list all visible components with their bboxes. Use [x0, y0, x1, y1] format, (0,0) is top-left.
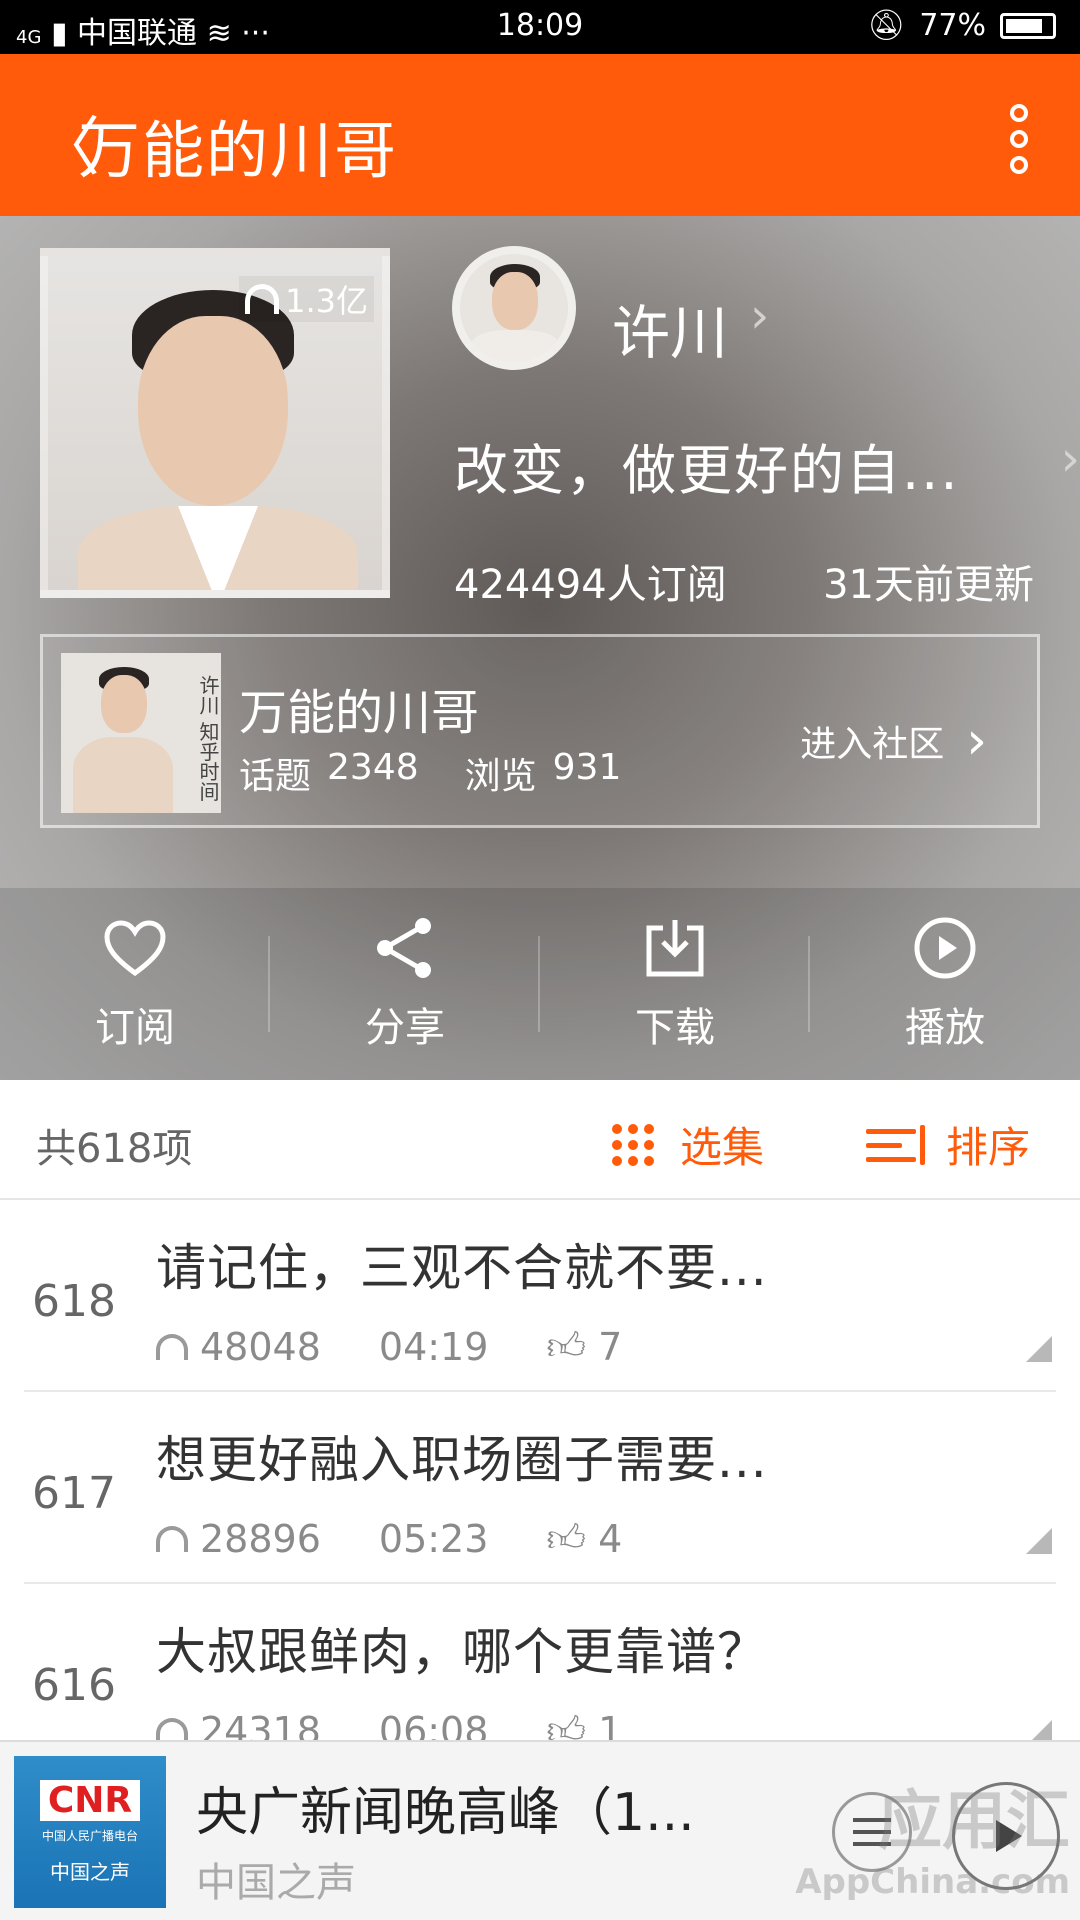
episode-duration: 06:08	[378, 1709, 489, 1740]
episode-number: 618	[32, 1276, 116, 1327]
now-playing-title: 央广新闻晚高峰（1...	[196, 1783, 695, 1843]
episode-title: 想更好融入职场圈子需要...	[156, 1431, 768, 1489]
status-bar: 4G ▮ 中国联通 ≋ ··· 18:09 🔕︎ 77%	[0, 0, 1080, 54]
sort-label: 排序	[946, 1123, 1031, 1172]
chevron-right-icon: ›	[750, 288, 770, 344]
headphone-icon	[156, 1334, 188, 1360]
share-label: 分享	[365, 1005, 445, 1051]
episode-plays: 48048	[200, 1325, 321, 1369]
author-avatar[interactable]	[452, 246, 576, 370]
watermark-cn: 应用汇	[878, 1785, 1070, 1859]
list-item[interactable]: 617 想更好融入职场圈子需要... 28896 05:23 👍︎ 4	[0, 1392, 1080, 1584]
sort-button[interactable]: 排序	[866, 1114, 1030, 1175]
episode-likes: 4	[598, 1517, 623, 1561]
episode-number: 616	[32, 1660, 116, 1711]
subscriber-count: 424494人订阅	[454, 562, 727, 608]
community-name: 万能的川哥	[239, 685, 480, 741]
corner-indicator-icon	[1026, 1336, 1052, 1362]
episode-list: 618 请记住，三观不合就不要... 48048 04:19 👍︎ 7 617 …	[0, 1200, 1080, 1740]
now-playing-subtitle: 中国之声	[196, 1860, 356, 1906]
episode-list-header: 共618项 选集 排序	[0, 1080, 1080, 1200]
album-cover[interactable]: 1.3亿	[40, 248, 390, 598]
headphone-icon	[245, 284, 280, 314]
community-stats: 话题 2348 浏览 931	[239, 747, 621, 799]
subscribe-button[interactable]: 订阅	[0, 888, 270, 1080]
episode-plays: 24318	[200, 1709, 321, 1740]
topics-label: 话题	[239, 756, 312, 797]
episode-title: 请记住，三观不合就不要...	[156, 1239, 768, 1297]
community-cover: 许川 知乎时间	[61, 653, 221, 813]
topics-count: 2348	[327, 747, 419, 788]
episode-likes: 1	[598, 1709, 623, 1740]
episode-duration: 05:23	[378, 1517, 489, 1561]
album-hero: 1.3亿 许川 › 改变，做更好的自... › 424494人订阅 31天前更新…	[0, 216, 1080, 1080]
corner-indicator-icon	[1026, 1720, 1052, 1740]
action-bar: 订阅 分享 下载 播放	[0, 888, 1080, 1080]
chevron-right-icon: ›	[1060, 431, 1080, 487]
album-description[interactable]: 改变，做更好的自...	[454, 426, 960, 505]
views-label: 浏览	[464, 756, 537, 797]
episode-meta: 24318 06:08 👍︎ 1	[156, 1708, 622, 1740]
share-icon	[372, 915, 438, 981]
watermark: 应用汇 AppChina.com	[770, 1770, 1070, 1902]
thumbs-up-icon: 👍︎	[546, 1516, 587, 1560]
episode-meta: 48048 04:19 👍︎ 7	[156, 1324, 622, 1370]
page-title: 万能的川哥	[78, 114, 399, 187]
list-item[interactable]: 616 大叔跟鲜肉，哪个更靠谱？ 24318 06:08 👍︎ 1	[0, 1584, 1080, 1740]
episode-title: 大叔跟鲜肉，哪个更靠谱？	[156, 1623, 768, 1681]
station-logo-text: CNR	[39, 1780, 141, 1821]
corner-indicator-icon	[1026, 1528, 1052, 1554]
episode-total: 共618项	[36, 1126, 193, 1172]
battery-icon	[1000, 12, 1056, 39]
subscribe-label: 订阅	[95, 1005, 175, 1051]
community-card[interactable]: 许川 知乎时间 万能的川哥 话题 2348 浏览 931 进入社区 ›	[40, 634, 1040, 828]
watermark-en: AppChina.com	[795, 1862, 1070, 1902]
share-button[interactable]: 分享	[270, 888, 540, 1080]
grid-icon	[612, 1123, 654, 1166]
select-label: 选集	[680, 1123, 765, 1172]
battery-area: 🔕︎ 77%	[867, 8, 1056, 43]
headphone-icon	[156, 1718, 188, 1740]
play-count-value: 1.3亿	[285, 282, 368, 320]
episode-duration: 04:19	[378, 1325, 489, 1369]
select-episodes-button[interactable]: 选集	[612, 1114, 764, 1175]
play-circle-icon	[912, 915, 978, 981]
play-button[interactable]: 播放	[810, 888, 1080, 1080]
heart-icon	[102, 915, 168, 981]
station-logo: CNR 中国人民广播电台 中国之声	[14, 1756, 166, 1908]
episode-plays: 28896	[200, 1517, 321, 1561]
app-header: 〈 万能的川哥	[0, 54, 1080, 216]
episode-number: 617	[32, 1468, 116, 1519]
episode-likes: 7	[598, 1325, 623, 1369]
thumbs-up-icon: 👍︎	[546, 1708, 587, 1740]
play-count: 1.3亿	[239, 276, 374, 322]
headphone-icon	[156, 1526, 188, 1552]
silent-bell-icon: 🔕︎	[867, 8, 906, 43]
cover-caption: 许川 知乎时间	[196, 675, 220, 802]
sort-icon	[866, 1124, 926, 1165]
station-logo-name: 中国之声	[50, 1860, 130, 1884]
station-logo-sub: 中国人民广播电台	[41, 1829, 138, 1843]
download-button[interactable]: 下载	[540, 888, 810, 1080]
list-item[interactable]: 618 请记住，三观不合就不要... 48048 04:19 👍︎ 7	[0, 1200, 1080, 1392]
download-label: 下载	[635, 1005, 715, 1051]
author-name[interactable]: 许川	[612, 286, 728, 370]
more-options-icon[interactable]	[1010, 104, 1028, 174]
update-time: 31天前更新	[823, 562, 1034, 608]
chevron-right-icon: ›	[966, 711, 987, 771]
enter-community-button[interactable]: 进入社区 ›	[800, 711, 987, 771]
episode-meta: 28896 05:23 👍︎ 4	[156, 1516, 622, 1562]
battery-percent: 77%	[919, 8, 986, 43]
thumbs-up-icon: 👍︎	[546, 1324, 587, 1368]
play-label: 播放	[905, 1005, 985, 1051]
download-icon	[642, 915, 708, 981]
views-count: 931	[552, 747, 622, 788]
enter-community-label: 进入社区	[800, 724, 945, 765]
